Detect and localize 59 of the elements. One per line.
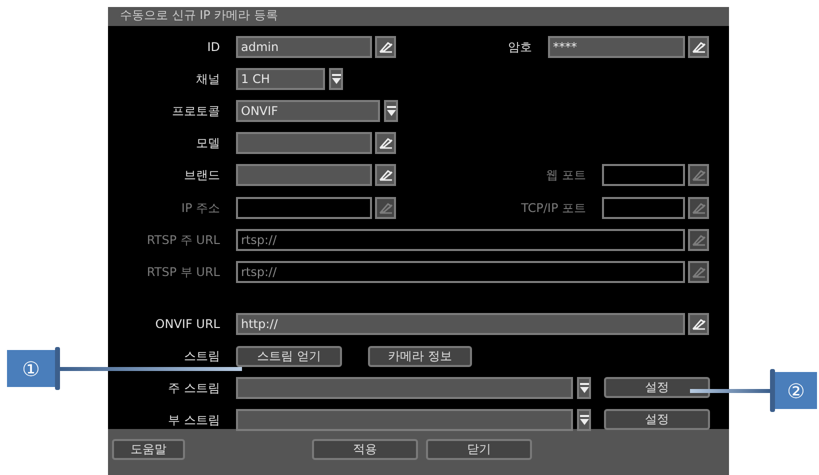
apply-button[interactable]: 적용 [312, 439, 418, 460]
pen-icon [692, 202, 706, 214]
dropdown-button[interactable] [384, 100, 398, 122]
dropdown-field[interactable]: 1 CH [236, 68, 325, 90]
field-label: RTSP 주 URL [146, 232, 220, 248]
settings-button[interactable]: 설정 [604, 409, 710, 430]
pen-icon [378, 41, 392, 53]
callout-badge: ① [7, 350, 55, 387]
pen-icon [692, 266, 706, 278]
pen-icon [692, 169, 706, 181]
pen-icon [692, 318, 706, 330]
input-field[interactable] [236, 132, 372, 154]
input-field[interactable] [236, 164, 372, 186]
callout-badge: ② [775, 372, 817, 409]
pen-icon [692, 234, 706, 246]
caret-icon [580, 414, 588, 426]
window-title: 수동으로 신규 IP 카메라 등록 [120, 8, 278, 22]
pen-icon [692, 41, 706, 53]
dropdown-button[interactable] [577, 409, 591, 431]
input-field[interactable]: admin [236, 36, 372, 58]
edit-button[interactable] [375, 164, 396, 186]
field-label: 부 스트림 [167, 412, 220, 428]
field-label: 스트림 [183, 348, 220, 364]
help-button[interactable]: 도움말 [112, 439, 185, 460]
dropdown-button[interactable] [577, 377, 591, 399]
pen-icon [378, 202, 392, 214]
field-label: RTSP 부 URL [146, 264, 220, 280]
field-label: 암호 [508, 38, 532, 56]
pen-icon [378, 137, 392, 149]
callout-bar [770, 369, 775, 412]
edit-button[interactable] [375, 132, 396, 154]
dropdown-field[interactable] [236, 409, 573, 431]
get-stream-button[interactable]: 스트림 얻기 [236, 346, 342, 366]
caret-icon [386, 106, 396, 116]
pen-icon [378, 169, 392, 181]
camera-info-button[interactable]: 카메라 정보 [368, 346, 472, 366]
edit-button[interactable] [375, 36, 396, 58]
field-label: 주 스트림 [167, 380, 220, 396]
dropdown-field[interactable] [236, 377, 573, 399]
field-label: 모델 [195, 134, 220, 152]
close-button[interactable]: 닫기 [426, 439, 532, 460]
dropdown-field[interactable]: ONVIF [236, 100, 380, 122]
edit-button[interactable] [688, 36, 709, 58]
field-label: 채널 [195, 70, 220, 88]
dropdown-button[interactable] [329, 68, 343, 90]
callout-bar [55, 347, 60, 390]
input-field[interactable]: http:// [236, 313, 685, 335]
caret-icon [580, 382, 588, 394]
settings-button[interactable]: 설정 [604, 377, 710, 398]
field-label: 프로토콜 [171, 102, 220, 120]
field-label: ID [206, 40, 220, 54]
input-field[interactable]: **** [548, 36, 685, 58]
field-label: ONVIF URL [154, 317, 220, 331]
caret-icon [332, 74, 340, 84]
field-label: TCP/IP 포트 [521, 200, 586, 216]
field-label: 브랜드 [183, 166, 220, 184]
field-label: 웹 포트 [546, 166, 586, 184]
edit-button[interactable] [688, 313, 709, 335]
field-label: IP 주소 [180, 200, 220, 216]
